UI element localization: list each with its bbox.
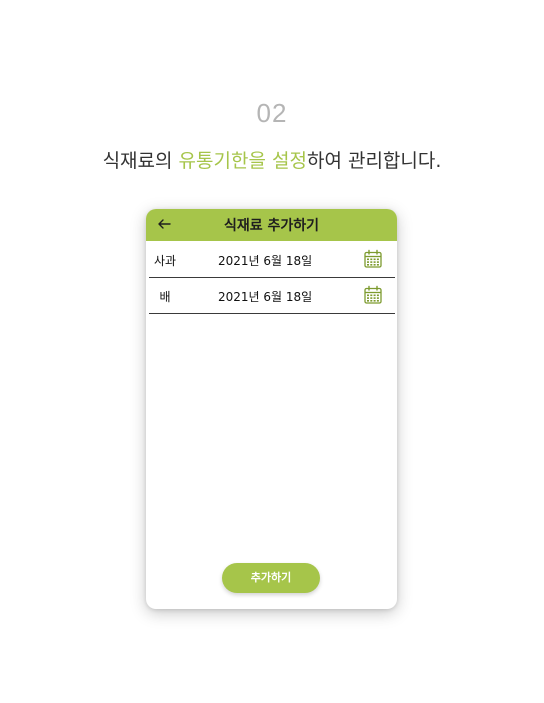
calendar-icon[interactable] (363, 285, 383, 305)
headline-highlight-expiry: 유통기한을 (178, 150, 266, 172)
add-button[interactable]: 추가하기 (222, 563, 320, 593)
app-header: 식재료 추가하기 (146, 209, 397, 241)
headline-text-start: 식재료의 (102, 150, 179, 172)
headline-highlight-setting: 설정 (272, 150, 307, 172)
ingredient-name: 배 (159, 290, 171, 304)
app-title: 식재료 추가하기 (223, 218, 320, 234)
step-number: 02 (256, 98, 288, 128)
expiry-date: 2021년 6월 18일 (218, 254, 313, 268)
ingredient-name: 사과 (153, 254, 177, 268)
headline: 식재료의 유통기한을 설정하여 관리합니다. (0, 146, 544, 173)
list-item[interactable]: 배 2021년 6월 18일 (149, 278, 395, 314)
headline-text-end: 하여 관리합니다. (306, 150, 442, 172)
calendar-icon[interactable] (363, 249, 383, 269)
expiry-date: 2021년 6월 18일 (218, 290, 313, 304)
phone-screen: 식재료 추가하기 사과 2021년 6월 18일 배 2021년 6월 18일 (146, 209, 397, 609)
list-item[interactable]: 사과 2021년 6월 18일 (149, 242, 395, 278)
